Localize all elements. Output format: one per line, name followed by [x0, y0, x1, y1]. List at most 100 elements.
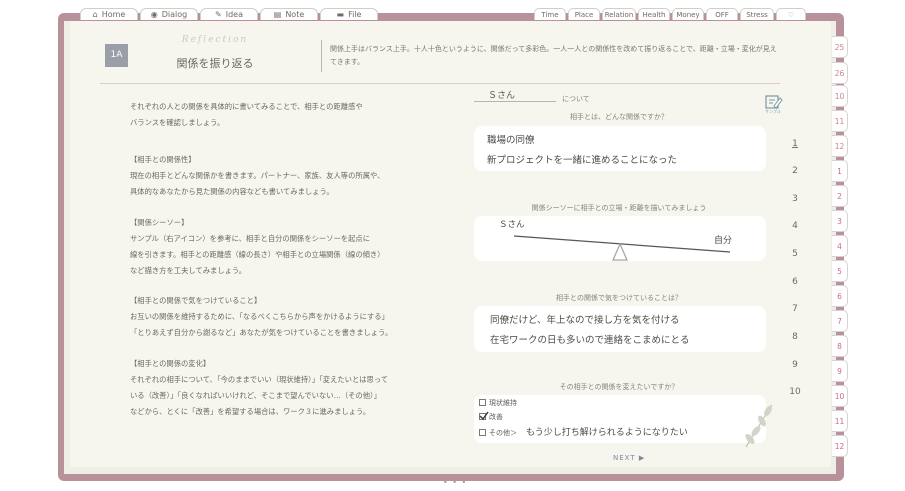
other-label: その他＞ — [489, 429, 517, 437]
row-number[interactable]: 2 — [788, 166, 802, 176]
care-answer-card[interactable]: 同僚だけど、年上なので接し方を気を付ける 在宅ワークの日も多いので連絡をこまめに… — [474, 306, 766, 352]
status-quo-checkbox[interactable] — [479, 399, 486, 406]
tab-relation[interactable]: Relation — [602, 8, 636, 20]
instruction-line: サンプル（右アイコン）を参考に、相手と自分の関係をシーソーを起点に — [130, 234, 370, 243]
tab-place[interactable]: Place — [568, 8, 600, 20]
instruction-line: など描き方を工夫してみましょう。 — [130, 266, 247, 275]
check-icon — [479, 411, 489, 421]
sample-label: サンプル — [765, 109, 781, 114]
sample-icon[interactable]: サンプル — [765, 94, 783, 114]
side-tab-month[interactable]: 12 — [832, 435, 848, 457]
side-tab-year-26[interactable]: 26 — [832, 62, 848, 84]
page-title: 関係を振り返る — [176, 57, 254, 70]
instruction-intro: それぞれの人との関係を具体的に書いてみることで、相手との距離感や バランスを確認… — [130, 99, 430, 131]
side-tab-month[interactable]: 10 — [832, 385, 848, 407]
side-tab-month[interactable]: 7 — [832, 310, 848, 332]
person-name-field[interactable]: Ｓさん — [488, 88, 515, 101]
leaf-sprig-icon — [745, 404, 773, 448]
row-number[interactable]: 4 — [788, 221, 802, 231]
heart-icon[interactable]: ♡ — [776, 8, 806, 20]
row-number[interactable]: 10 — [788, 387, 802, 397]
bulb-icon: ✎ — [215, 10, 222, 19]
side-tab-month[interactable]: 5 — [832, 260, 848, 282]
other-checkbox[interactable] — [479, 429, 486, 436]
pager-dots: • • • — [443, 478, 468, 487]
side-tab-month[interactable]: 12 — [832, 135, 848, 157]
tab-off[interactable]: OFF — [706, 8, 738, 20]
instruction-change: 【相手との関係の変化】 それぞれの相手について、「今のままでいい（現状維持）」「… — [130, 356, 430, 420]
next-button[interactable]: NEXT ▶ — [613, 454, 645, 462]
instruction-seesaw: 【関係シーソー】 サンプル（右アイコン）を参考に、相手と自分の関係をシーソーを起… — [130, 215, 430, 279]
instruction-line: 「とりあえず自分から謝るなど」あなたが気をつけていることを書きましょう。 — [130, 328, 393, 337]
row-number[interactable]: 6 — [788, 277, 802, 287]
row-number[interactable]: 9 — [788, 360, 802, 370]
tab-dialog[interactable]: ◉ Dialog — [140, 8, 198, 20]
side-tab-month[interactable]: 2 — [832, 185, 848, 207]
instruction-heading: 【相手との関係の変化】 — [130, 359, 211, 368]
row-number[interactable]: 7 — [788, 304, 802, 314]
relationship-answer-line: 新プロジェクトを一緒に進めることになった — [487, 155, 678, 166]
side-tab-month[interactable]: 4 — [832, 235, 848, 257]
dialog-icon: ◉ — [150, 10, 158, 19]
tab-time[interactable]: Time — [534, 8, 566, 20]
instruction-line: いる（改善）」「良くなればいいけれど、そこまで望んでいない…（その他）」 — [130, 391, 382, 400]
care-answer-line: 同僚だけど、年上なので接し方を気を付ける — [490, 315, 680, 326]
side-tab-month[interactable]: 6 — [832, 285, 848, 307]
header-rule — [100, 83, 780, 84]
seesaw-drawing-area[interactable]: Ｓさん 自分 — [474, 216, 766, 261]
instruction-relationship: 【相手との関係性】 現在の相手とどんな関係かを書きます。パートナー、家族、友人等… — [130, 152, 430, 200]
side-tab-month[interactable]: 1 — [832, 160, 848, 182]
instruction-care: 【相手との関係で気をつけていること】 お互いの関係を維持するために、「なるべくこ… — [130, 293, 430, 341]
tab-money[interactable]: Money — [672, 8, 704, 20]
row-number[interactable]: 1 — [788, 139, 802, 149]
other-text-field[interactable]: もう少し打ち解けられるようになりたい — [526, 425, 688, 438]
question-care: 相手との関係で気をつけていることは？ — [556, 294, 682, 302]
tab-note[interactable]: ▤ Note — [260, 8, 318, 20]
home-icon: ⌂ — [92, 10, 98, 19]
tab-stress[interactable]: Stress — [740, 8, 774, 20]
improve-checkbox[interactable] — [479, 411, 489, 421]
side-tab-month[interactable]: 9 — [832, 360, 848, 382]
name-underline — [474, 101, 556, 102]
side-tab-month[interactable]: 3 — [832, 210, 848, 232]
section-badge: 1A — [105, 44, 128, 67]
tab-label: Dialog — [161, 10, 188, 19]
note-icon: ▤ — [273, 10, 282, 19]
instruction-line: お互いの関係を維持するために、「なるべくこちらから声をかけるようにする」 — [130, 312, 389, 321]
improve-label: 改善 — [489, 413, 503, 421]
row-number[interactable]: 8 — [788, 332, 802, 342]
header-divider — [321, 40, 322, 72]
row-number[interactable]: 5 — [788, 249, 802, 259]
tab-home[interactable]: ⌂ Home — [80, 8, 138, 20]
folder-icon: ▬ — [336, 10, 345, 19]
relationship-answer-card[interactable]: 職場の同僚 新プロジェクトを一緒に進めることになった — [474, 126, 766, 171]
question-seesaw: 関係シーソーに相手との立場・距離を描いてみましょう — [531, 204, 707, 212]
instruction-heading: 【相手との関係性】 — [130, 155, 196, 164]
row-number[interactable]: 3 — [788, 194, 802, 204]
side-tab-month[interactable]: 11 — [832, 110, 848, 132]
tab-file[interactable]: ▬ File — [320, 8, 378, 20]
relationship-answer-line: 職場の同僚 — [487, 135, 535, 146]
instruction-heading: 【関係シーソー】 — [130, 218, 189, 227]
status-quo-label: 現状維持 — [489, 399, 517, 407]
instruction-line: 具体的なあなたから見た関係の内容なども書いてみましょう。 — [130, 187, 334, 196]
tab-label: Idea — [225, 10, 243, 19]
instruction-line: バランスを確認しましょう。 — [130, 118, 225, 127]
side-tab-month[interactable]: 11 — [832, 410, 848, 432]
reflection-script: Reflection — [181, 35, 249, 45]
side-tab-year-25[interactable]: 25 — [832, 36, 848, 58]
tab-label: Home — [101, 10, 126, 19]
seesaw-line — [513, 235, 731, 261]
change-options-card: 現状維持 改善 その他＞ もう少し打ち解けられるようになりたい — [474, 395, 773, 448]
question-change: その相手との関係を変えたいですか？ — [559, 383, 679, 391]
tab-label: File — [348, 10, 362, 19]
instruction-line: それぞれの人との関係を具体的に書いてみることで、相手との距離感や — [130, 102, 363, 111]
tab-health[interactable]: Health — [638, 8, 670, 20]
tab-label: Note — [285, 10, 305, 19]
tab-idea[interactable]: ✎ Idea — [200, 8, 258, 20]
question-relationship: 相手とは、どんな関係ですか？ — [570, 113, 668, 121]
side-tab-month[interactable]: 8 — [832, 335, 848, 357]
instruction-line: 現在の相手とどんな関係かを書きます。パートナー、家族、友人等の所属や、 — [130, 171, 385, 180]
instruction-heading: 【相手との関係で気をつけていること】 — [130, 296, 262, 305]
side-tab-month[interactable]: 10 — [832, 85, 848, 107]
